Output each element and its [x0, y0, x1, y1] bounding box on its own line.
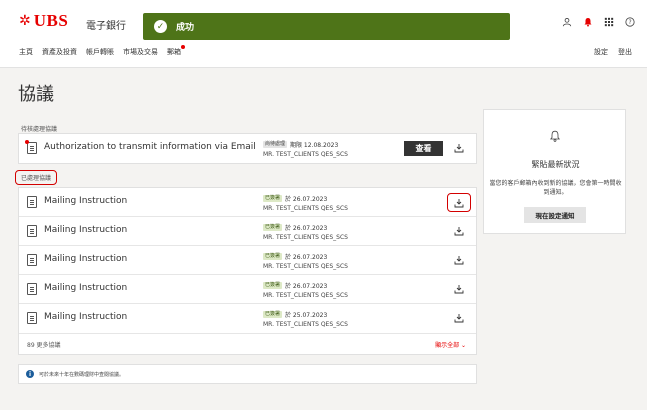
info-icon: i [26, 370, 34, 378]
agreement-client: MR. TEST_CLIENTS QES_SCS [263, 151, 348, 158]
notification-panel: 緊貼最新狀況 當您的客戶郵箱內收到新的協議，您會第一時間收到通知。 現在設定通知 [483, 109, 626, 234]
help-icon[interactable]: ? [623, 15, 637, 29]
document-icon [27, 196, 37, 208]
agreement-client: MR. TEST_CLIENTS QES_SCS [263, 234, 348, 241]
agreement-client: MR. TEST_CLIENTS QES_SCS [263, 205, 348, 212]
agreement-date: 期限 12.08.2023 [290, 142, 339, 149]
agreement-date: 於 26.07.2023 [285, 196, 328, 203]
document-icon [27, 312, 37, 324]
notification-dot [181, 45, 185, 49]
show-all-link[interactable]: 顯示全部 ⌄ [435, 340, 466, 349]
list-footer: 89 更多協議 顯示全部 ⌄ [19, 333, 476, 354]
app-name: 電子銀行 [86, 21, 126, 32]
agreement-client: MR. TEST_CLIENTS QES_SCS [263, 263, 348, 270]
download-icon[interactable] [453, 142, 465, 154]
ubs-keys-icon: ✲ [19, 12, 31, 29]
list-item[interactable]: Mailing Instruction 已簽署於 26.07.2023 MR. … [19, 217, 476, 246]
status-badge: 已簽署 [263, 253, 283, 260]
toast-text: 成功 [176, 23, 195, 33]
nav-mailbox-label: 郵箱 [167, 48, 181, 56]
panel-description: 當您的客戶郵箱內收到新的協議，您會第一時間收到通知。 [489, 180, 622, 196]
more-agreements-count: 89 更多協議 [27, 342, 61, 349]
nav-markets[interactable]: 市場及交易 [123, 47, 158, 57]
settings-link[interactable]: 設定 [594, 47, 608, 57]
agreement-title: Mailing Instruction [44, 283, 128, 293]
user-icon[interactable] [560, 15, 574, 29]
ubs-logo[interactable]: ✲ UBS [19, 12, 68, 29]
setup-notification-button[interactable]: 現在設定通知 [524, 207, 586, 223]
list-item[interactable]: Mailing Instruction 已簽署於 26.07.2023 MR. … [19, 188, 476, 217]
info-banner: i 可於未來十年在數碼理財中查閱協議。 [18, 364, 477, 384]
bell-icon[interactable] [581, 15, 595, 29]
app-header: ✲ UBS 電子銀行 ✓ 成功 ? 主頁 資產及投資 帳戶轉賬 市場及交易 郵箱… [0, 0, 647, 68]
main-nav: 主頁 資產及投資 帳戶轉賬 市場及交易 郵箱 [19, 45, 185, 57]
agreement-date: 於 26.07.2023 [285, 225, 328, 232]
download-icon[interactable] [453, 312, 465, 324]
document-icon [27, 283, 37, 295]
agreement-title: Authorization to transmit information vi… [44, 142, 256, 152]
agreement-client: MR. TEST_CLIENTS QES_SCS [263, 292, 348, 299]
pending-agreements-card: Authorization to transmit information vi… [18, 133, 477, 164]
notification-bell-icon [549, 130, 561, 142]
agreement-meta: 已簽署於 26.07.2023 MR. TEST_CLIENTS QES_SCS [263, 223, 348, 241]
list-item[interactable]: Authorization to transmit information vi… [19, 134, 476, 163]
panel-title: 緊貼最新狀況 [531, 160, 580, 169]
agreement-title: Mailing Instruction [44, 254, 128, 264]
status-badge: 已簽署 [263, 311, 283, 318]
agreement-date: 於 26.07.2023 [285, 283, 328, 290]
success-toast: ✓ 成功 [143, 13, 510, 40]
processed-agreements-card: Mailing Instruction 已簽署於 26.07.2023 MR. … [18, 187, 477, 355]
download-icon[interactable] [453, 254, 465, 266]
status-badge: 已簽署 [263, 282, 283, 289]
download-icon[interactable] [447, 193, 471, 212]
unread-dot [25, 140, 29, 144]
document-icon [27, 254, 37, 266]
apps-grid-icon[interactable] [602, 15, 616, 29]
logout-link[interactable]: 登出 [618, 47, 632, 57]
check-icon: ✓ [154, 20, 167, 33]
list-item[interactable]: Mailing Instruction 已簽署於 26.07.2023 MR. … [19, 275, 476, 304]
status-badge: 已簽署 [263, 224, 283, 231]
nav-home[interactable]: 主頁 [19, 47, 33, 57]
agreement-meta: 已簽署於 26.07.2023 MR. TEST_CLIENTS QES_SCS [263, 194, 348, 212]
processed-section-label: 已處理協議 [14, 170, 58, 185]
agreement-meta: 已簽署於 26.07.2023 MR. TEST_CLIENTS QES_SCS [263, 281, 348, 299]
agreement-meta: 已簽署於 25.07.2023 MR. TEST_CLIENTS QES_SCS [263, 310, 348, 328]
agreement-meta: 尚待處理 期限 12.08.2023 MR. TEST_CLIENTS QES_… [263, 140, 348, 158]
agreement-date: 於 25.07.2023 [285, 312, 328, 319]
status-badge: 尚待處理 [263, 141, 288, 148]
agreement-title: Mailing Instruction [44, 225, 128, 235]
document-icon [27, 225, 37, 237]
agreement-client: MR. TEST_CLIENTS QES_SCS [263, 321, 348, 328]
view-button[interactable]: 查看 [404, 141, 443, 156]
agreement-title: Mailing Instruction [44, 312, 128, 322]
list-item[interactable]: Mailing Instruction 已簽署於 26.07.2023 MR. … [19, 246, 476, 275]
info-text: 可於未來十年在數碼理財中查閱協議。 [39, 371, 125, 378]
agreement-date: 於 26.07.2023 [285, 254, 328, 261]
agreement-title: Mailing Instruction [44, 196, 128, 206]
svg-text:?: ? [628, 20, 631, 26]
download-icon[interactable] [453, 225, 465, 237]
nav-assets[interactable]: 資產及投資 [42, 47, 77, 57]
nav-transfers[interactable]: 帳戶轉賬 [86, 47, 114, 57]
document-icon [25, 140, 37, 154]
page-title: 協議 [18, 84, 54, 105]
status-badge: 已簽署 [263, 195, 283, 202]
agreement-meta: 已簽署於 26.07.2023 MR. TEST_CLIENTS QES_SCS [263, 252, 348, 270]
pending-section-label: 待核處理協議 [21, 126, 58, 133]
download-icon[interactable] [453, 283, 465, 295]
nav-mailbox[interactable]: 郵箱 [167, 45, 185, 57]
list-item[interactable]: Mailing Instruction 已簽署於 25.07.2023 MR. … [19, 304, 476, 333]
